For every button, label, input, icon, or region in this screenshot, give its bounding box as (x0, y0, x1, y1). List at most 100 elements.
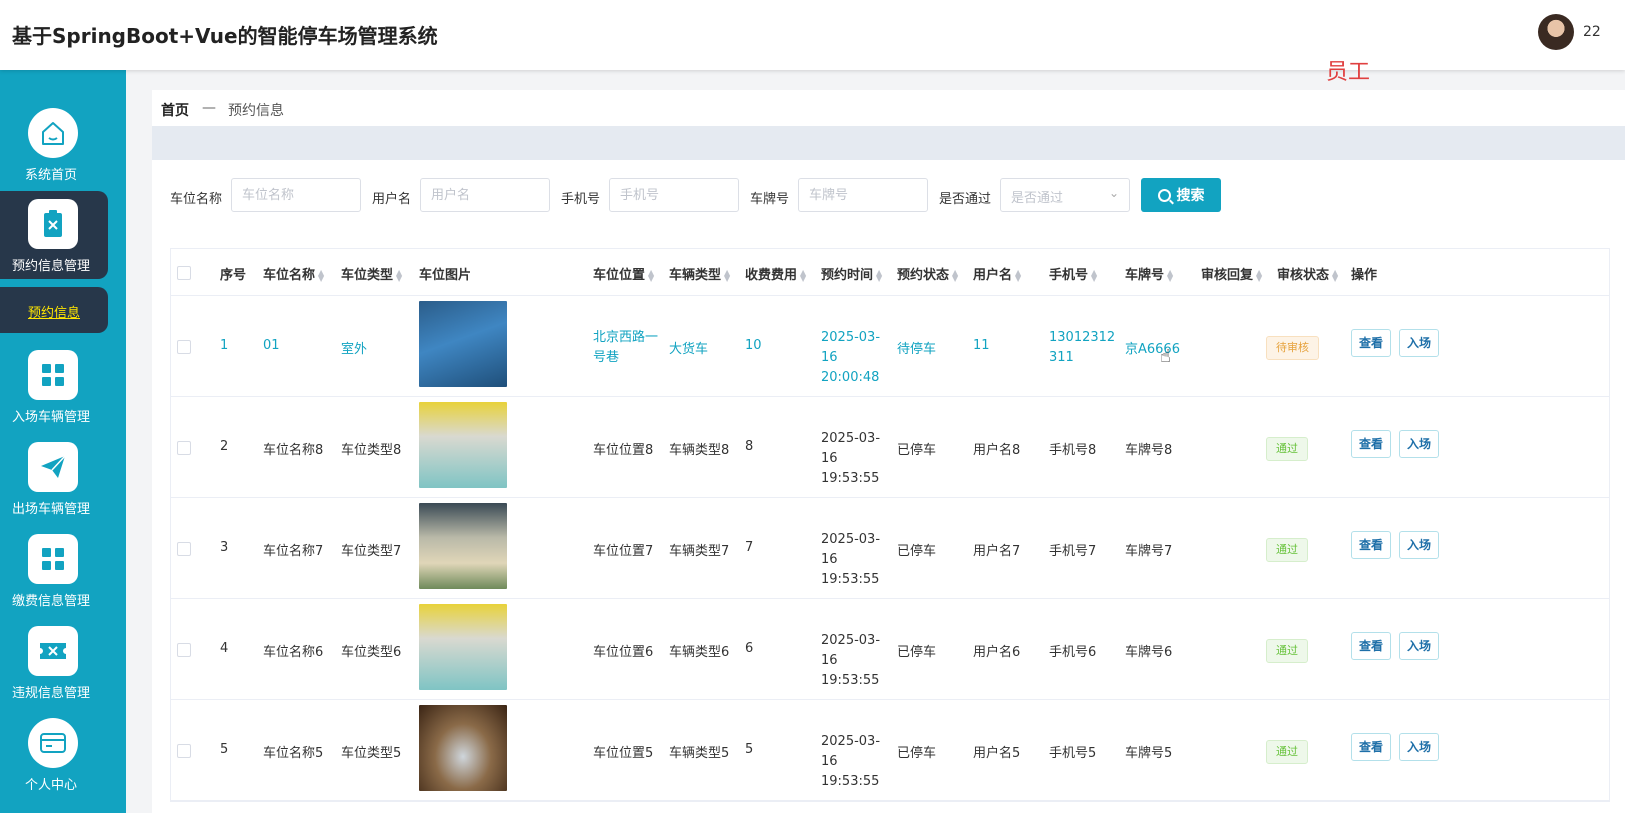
select-all-checkbox[interactable] (177, 266, 191, 280)
cell-location: 车位位置5 (593, 746, 654, 761)
sidebar-item-label: 缴费信息管理 (11, 594, 90, 609)
sidebar-subitem-reservation-info[interactable]: 预约信息 (0, 287, 108, 333)
column-header[interactable]: 预约时间 ▲ ▼ (821, 264, 882, 283)
view-button[interactable]: 查看 (1351, 733, 1392, 761)
sort-icon: ▲ ▼ (800, 267, 807, 283)
parking-image[interactable] (419, 503, 507, 589)
sidebar-item-violation[interactable]: 违规信息管理 (0, 626, 108, 712)
breadcrumb: 首页 — 预约信息 (152, 90, 1625, 126)
column-header[interactable]: 审核回复 ▲ ▼ (1201, 264, 1262, 283)
enter-button[interactable]: 入场 (1399, 632, 1440, 660)
cell-no: 3 (220, 540, 229, 555)
cell-user: 11 (973, 338, 990, 353)
sidebar-item-label: 出场车辆管理 (11, 502, 90, 517)
enter-button[interactable]: 入场 (1399, 329, 1440, 357)
column-header[interactable]: 车位名称 ▲ ▼ (263, 264, 324, 283)
column-header: 车位图片 (419, 268, 472, 283)
cell-no: 5 (220, 742, 229, 757)
breadcrumb-home[interactable]: 首页 (161, 100, 189, 120)
sidebar-item-entry-vehicles[interactable]: 入场车辆管理 (0, 350, 108, 436)
table-row[interactable]: 4 车位名称6 车位类型6 车位位置6 车辆类型6 6 2025-03-16 1… (171, 599, 1609, 700)
cell-vehicle: 车辆类型6 (669, 645, 730, 660)
sort-icon: ▲ ▼ (1015, 267, 1022, 283)
cell-name: 01 (263, 338, 280, 353)
enter-button[interactable]: 入场 (1399, 531, 1440, 559)
sidebar-item-profile[interactable]: 个人中心 (0, 718, 108, 804)
cell-type: 车位类型8 (341, 443, 402, 458)
cell-type: 车位类型5 (341, 746, 402, 761)
column-header[interactable]: 预约状态 ▲ ▼ (897, 264, 958, 283)
sidebar-item-exit-vehicles[interactable]: 出场车辆管理 (0, 442, 108, 528)
view-button[interactable]: 查看 (1351, 632, 1392, 660)
sort-icon: ▲ ▼ (648, 267, 655, 283)
row-checkbox[interactable] (177, 441, 191, 455)
passed-select[interactable]: 是否通过 ⌄ (1000, 178, 1130, 212)
cell-time: 2025-03-16 19:53:55 (821, 532, 881, 587)
user-avatar[interactable] (1538, 14, 1574, 50)
sidebar: 预约信息 系统首页 预约信息管理 入场车辆管理 出场车辆管理 缴费信息管理 违规… (0, 70, 126, 813)
column-header[interactable]: 用户名 ▲ ▼ (973, 264, 1021, 283)
parking-image[interactable] (419, 604, 507, 690)
table-row[interactable]: 2 车位名称8 车位类型8 车位位置8 车辆类型8 8 2025-03-16 1… (171, 397, 1609, 498)
user-name-input[interactable] (420, 178, 550, 212)
cell-phone: 手机号7 (1049, 544, 1097, 559)
sort-icon: ▲ ▼ (724, 267, 731, 283)
filter-label-phone: 手机号 (561, 192, 601, 207)
sidebar-item-reservation[interactable]: 预约信息管理 (0, 199, 108, 285)
sort-icon: ▲ ▼ (1332, 267, 1339, 283)
parking-image[interactable] (419, 705, 507, 791)
row-checkbox[interactable] (177, 542, 191, 556)
view-button[interactable]: 查看 (1351, 430, 1392, 458)
sidebar-item-label: 个人中心 (24, 778, 77, 793)
home-icon (28, 108, 78, 158)
column-header[interactable]: 车牌号 ▲ ▼ (1125, 264, 1173, 283)
sidebar-subitem-label: 预约信息 (27, 306, 80, 321)
username[interactable]: 22 (1583, 24, 1601, 40)
cell-time: 2025-03-16 19:53:55 (821, 431, 881, 486)
passed-select-placeholder: 是否通过 (1011, 191, 1064, 206)
phone-input[interactable] (609, 178, 739, 212)
column-header[interactable]: 车位类型 ▲ ▼ (341, 264, 402, 283)
column-header[interactable]: 收费费用 ▲ ▼ (745, 264, 806, 283)
cell-status: 待停车 (897, 342, 937, 357)
table-row[interactable]: 5 车位名称5 车位类型5 车位位置5 车辆类型5 5 2025-03-16 1… (171, 700, 1609, 801)
column-header[interactable]: 车位位置 ▲ ▼ (593, 264, 654, 283)
cell-plate: 车牌号6 (1125, 645, 1173, 660)
cell-user: 用户名5 (973, 746, 1021, 761)
cell-type: 车位类型6 (341, 645, 402, 660)
cell-vehicle: 车辆类型5 (669, 746, 730, 761)
cell-vehicle: 大货车 (669, 342, 709, 357)
cell-fee: 10 (745, 338, 762, 353)
cell-fee: 8 (745, 439, 754, 454)
search-button[interactable]: 搜索 (1141, 178, 1221, 212)
plate-input[interactable] (798, 178, 928, 212)
role-label: 员工 (1326, 60, 1371, 85)
enter-button[interactable]: 入场 (1399, 733, 1440, 761)
main-content: 车位名称 用户名 手机号 车牌号 是否通过 是否通过 ⌄ 搜索 序号 车位名称▲… (152, 160, 1625, 813)
parking-name-input[interactable] (231, 178, 361, 212)
filter-label-user-name: 用户名 (372, 192, 412, 207)
row-checkbox[interactable] (177, 340, 191, 354)
view-button[interactable]: 查看 (1351, 531, 1392, 559)
column-header: 序号 (220, 268, 247, 283)
cell-type: 室外 (341, 342, 368, 357)
table-row[interactable]: 3 车位名称7 车位类型7 车位位置7 车辆类型7 7 2025-03-16 1… (171, 498, 1609, 599)
column-header[interactable]: 车辆类型 ▲ ▼ (669, 264, 730, 283)
row-checkbox[interactable] (177, 643, 191, 657)
row-checkbox[interactable] (177, 744, 191, 758)
enter-button[interactable]: 入场 (1399, 430, 1440, 458)
reservation-table: 序号 车位名称 ▲ ▼ 车位类型 ▲ ▼ 车位图片 车位位置 ▲ ▼ 车辆类型 ▲ ▼ 收费费用… (170, 248, 1610, 802)
sidebar-item-home[interactable]: 系统首页 (0, 108, 108, 194)
parking-image[interactable] (419, 402, 507, 488)
sidebar-item-payment[interactable]: 缴费信息管理 (0, 534, 108, 620)
view-button[interactable]: 查看 (1351, 329, 1392, 357)
grid-icon (28, 350, 78, 400)
wallet-icon (28, 718, 78, 768)
parking-image[interactable] (419, 301, 507, 387)
table-row[interactable]: 1 01 室外 北京西路一号巷 大货车 10 2025-03-16 20:00:… (171, 296, 1609, 397)
column-header[interactable]: 审核状态 ▲ ▼ (1277, 264, 1338, 283)
cell-no: 2 (220, 439, 229, 454)
paper-plane-icon (28, 442, 78, 492)
table-header: 序号 车位名称 ▲ ▼ 车位类型 ▲ ▼ 车位图片 车位位置 ▲ ▼ 车辆类型 ▲ ▼ 收费费用… (171, 249, 1609, 296)
column-header[interactable]: 手机号 ▲ ▼ (1049, 264, 1097, 283)
